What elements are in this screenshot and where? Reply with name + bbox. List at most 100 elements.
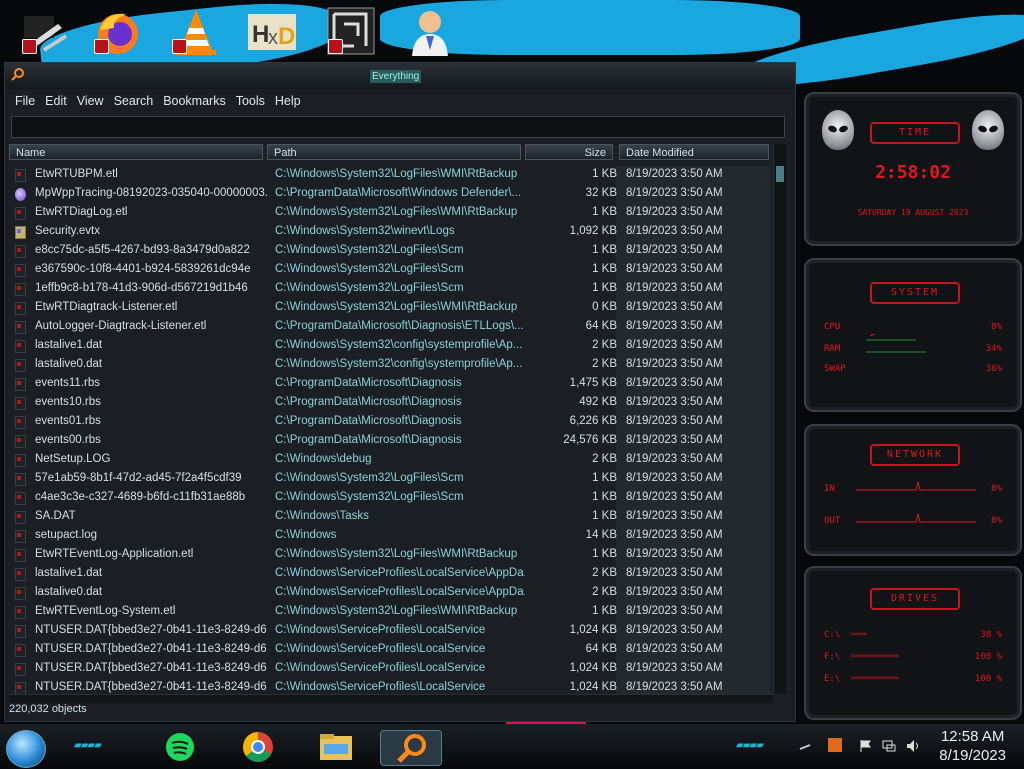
firefox-icon[interactable]	[92, 6, 144, 58]
file-name: Security.evtx	[35, 225, 100, 237]
file-date: 8/19/2023 3:50 AM	[626, 320, 723, 332]
table-row[interactable]: events00.rbs C:\ProgramData\Microsoft\Dia…	[9, 432, 773, 451]
menu-file[interactable]: File	[11, 91, 41, 113]
table-row[interactable]: EtwRTUBPM.etl C:\Windows\System32\LogFile…	[9, 166, 773, 185]
alien-head-icon	[972, 110, 1004, 150]
menu-search[interactable]: Search	[110, 91, 160, 113]
table-row[interactable]: NetSetup.LOG C:\Windows\debug 2 KB 8/19/202…	[9, 451, 773, 470]
log-file-icon	[15, 511, 26, 524]
table-row[interactable]: NTUSER.DAT{bbed3e27-0b41-11e3-8249-d6...…	[9, 622, 773, 641]
file-date: 8/19/2023 3:50 AM	[626, 339, 723, 351]
table-row[interactable]: events10.rbs C:\ProgramData\Microsoft\Dia…	[9, 394, 773, 413]
column-header-date[interactable]: Date Modified	[619, 144, 769, 160]
show-hidden-icons-icon[interactable]	[798, 738, 812, 752]
start-button[interactable]	[6, 730, 46, 768]
table-row[interactable]: e367590c-10f8-4401-b924-5839261dc94e C:\W…	[9, 261, 773, 280]
table-row[interactable]: lastalive1.dat C:\Windows\System32\config…	[9, 337, 773, 356]
menu-edit[interactable]: Edit	[41, 91, 73, 113]
file-path: C:\ProgramData\Microsoft\Diagnosis\ETLLo…	[275, 320, 524, 332]
table-row[interactable]: MpWppTracing-08192023-035040-00000003...…	[9, 185, 773, 204]
everything-taskbar-button[interactable]	[380, 730, 442, 766]
file-explorer-icon[interactable]	[316, 730, 356, 764]
chrome-icon[interactable]	[238, 730, 278, 764]
table-row[interactable]: 1effb9c8-b178-41d3-906d-d567219d1b46 C:\W…	[9, 280, 773, 299]
table-row[interactable]: EtwRTEventLog-Application.etl C:\Windows\…	[9, 546, 773, 565]
table-row[interactable]: AutoLogger-Diagtrack-Listener.etl C:\Prog…	[9, 318, 773, 337]
table-row[interactable]: SA.DAT C:\Windows\Tasks 1 KB 8/19/2023 3:50…	[9, 508, 773, 527]
flag-app-icon[interactable]	[828, 738, 842, 752]
action-center-flag-icon[interactable]	[858, 738, 872, 752]
column-header-size[interactable]: Size	[525, 144, 613, 160]
maze-icon[interactable]	[326, 6, 378, 58]
table-row[interactable]: 57e1ab59-8b1f-47d2-ad45-7f2a4f5cdf39 C:\W…	[9, 470, 773, 489]
table-row[interactable]: events01.rbs C:\ProgramData\Microsoft\Dia…	[9, 413, 773, 432]
scrollbar-thumb[interactable]	[776, 166, 784, 182]
title-bar[interactable]: Everything	[5, 63, 795, 89]
menu-tools[interactable]: Tools	[232, 91, 271, 113]
network-traffic-graph	[856, 481, 976, 523]
menu-bookmarks[interactable]: Bookmarks	[159, 91, 232, 113]
file-size: 6,226 KB	[569, 415, 617, 427]
table-row[interactable]: NTUSER.DAT{bbed3e27-0b41-11e3-8249-d6...…	[9, 679, 773, 694]
drive-e-bar: »»»»»»»»»»»»»»»	[850, 674, 899, 682]
file-path: C:\Windows\System32\LogFiles\WMI\RtBacku…	[275, 168, 518, 180]
file-size: 1 KB	[592, 491, 617, 503]
tools-icon[interactable]	[20, 6, 72, 58]
log-file-icon	[15, 568, 26, 581]
file-path: C:\Windows\ServiceProfiles\LocalService\…	[275, 567, 525, 579]
file-path: C:\Windows\Tasks	[275, 510, 369, 522]
file-path: C:\Windows	[275, 529, 337, 541]
file-name: lastalive0.dat	[35, 358, 103, 370]
file-size: 492 KB	[579, 396, 617, 408]
table-row[interactable]: NTUSER.DAT{bbed3e27-0b41-11e3-8249-d6...…	[9, 660, 773, 679]
drive-f-value: 100 %	[974, 652, 1002, 662]
file-name: lastalive1.dat	[35, 567, 103, 579]
file-path: C:\Windows\System32\LogFiles\Scm	[275, 263, 464, 275]
table-row[interactable]: Security.evtx C:\Windows\System32\winevt\…	[9, 223, 773, 242]
drives-gadget: DRIVES C:\ »»»»» 38 % F:\ »»»»»»»»»»»»»»…	[804, 566, 1022, 720]
table-row[interactable]: EtwRTEventLog-System.etl C:\Windows\Syste…	[9, 603, 773, 622]
file-name: events00.rbs	[35, 434, 101, 446]
vertical-scrollbar[interactable]	[773, 144, 786, 694]
volume-icon[interactable]	[906, 738, 920, 752]
log-file-icon	[15, 663, 26, 676]
log-file-icon	[15, 473, 26, 486]
file-name: events11.rbs	[35, 377, 100, 389]
svg-text:D: D	[278, 23, 295, 50]
log-file-icon	[15, 625, 26, 638]
log-file-icon	[15, 397, 26, 410]
taskbar-clock[interactable]: 12:58 AM 8/19/2023	[939, 727, 1006, 765]
file-name: lastalive1.dat	[35, 339, 103, 351]
file-date: 8/19/2023 3:50 AM	[626, 491, 723, 503]
spotify-icon[interactable]	[160, 730, 200, 764]
vlc-icon[interactable]	[170, 6, 222, 58]
table-row[interactable]: e8cc75dc-a5f5-4267-bd93-8a3479d0a822 C:\W…	[9, 242, 773, 261]
taskbar-decoration: ▰▰▰▰	[74, 740, 102, 751]
table-row[interactable]: NTUSER.DAT{bbed3e27-0b41-11e3-8249-d6...…	[9, 641, 773, 660]
table-row[interactable]: lastalive1.dat C:\Windows\ServiceProfiles…	[9, 565, 773, 584]
log-file-icon	[15, 435, 26, 448]
menu-help[interactable]: Help	[271, 91, 307, 113]
table-row[interactable]: lastalive0.dat C:\Windows\ServiceProfiles…	[9, 584, 773, 603]
horizontal-scrollbar[interactable]	[9, 694, 773, 703]
shortcut-badge-icon	[172, 39, 187, 54]
table-row[interactable]: EtwRTDiagtrack-Listener.etl C:\Windows\Sy…	[9, 299, 773, 318]
menu-view[interactable]: View	[73, 91, 110, 113]
column-header-path[interactable]: Path	[267, 144, 521, 160]
search-input[interactable]	[12, 118, 784, 138]
system-ram-label: RAM	[824, 344, 841, 354]
file-size: 2 KB	[592, 567, 617, 579]
doctor-icon[interactable]	[404, 6, 456, 58]
network-icon[interactable]	[882, 738, 896, 752]
file-size: 14 KB	[585, 529, 617, 541]
table-row[interactable]: c4ae3c3e-c327-4689-b6fd-c11fb31ae88b C:\W…	[9, 489, 773, 508]
file-name: setupact.log	[35, 529, 98, 541]
taskbar-date: 8/19/2023	[939, 747, 1006, 764]
hxd-icon[interactable]: HxD	[246, 6, 298, 58]
table-row[interactable]: EtwRTDiagLog.etl C:\Windows\System32\LogF…	[9, 204, 773, 223]
table-row[interactable]: lastalive0.dat C:\Windows\System32\config…	[9, 356, 773, 375]
table-row[interactable]: events11.rbs C:\ProgramData\Microsoft\Dia…	[9, 375, 773, 394]
file-date: 8/19/2023 3:50 AM	[626, 282, 723, 294]
table-row[interactable]: setupact.log C:\Windows 14 KB 8/19/2023 3:5…	[9, 527, 773, 546]
column-header-name[interactable]: Name	[9, 144, 263, 160]
